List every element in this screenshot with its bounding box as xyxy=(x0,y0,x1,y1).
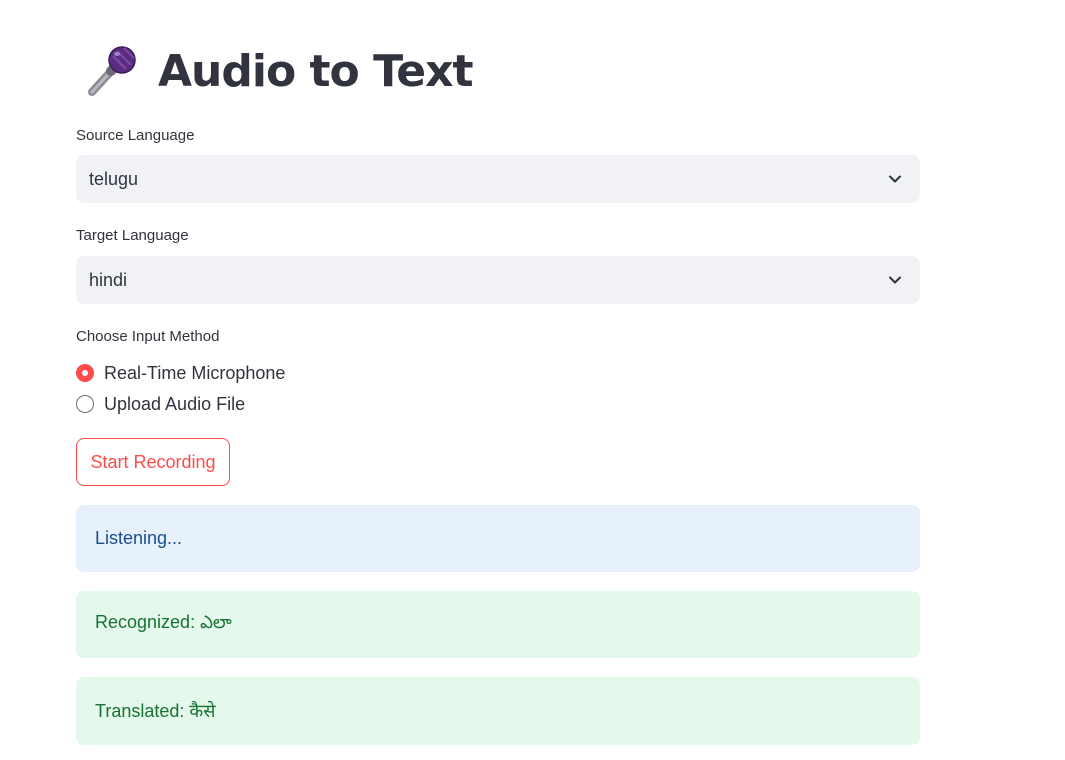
target-language-select[interactable]: hindi xyxy=(76,256,920,304)
recognized-status-alert: Recognized: ఎలా xyxy=(76,591,920,658)
radio-label-upload: Upload Audio File xyxy=(104,393,246,414)
translated-status-alert: Translated: कैसे xyxy=(76,677,920,745)
radio-selected-indicator[interactable] xyxy=(76,364,94,382)
radio-option-microphone[interactable]: Real-Time Microphone xyxy=(76,361,285,385)
radio-unselected-indicator[interactable] xyxy=(76,395,94,413)
source-language-select[interactable]: telugu xyxy=(76,155,920,203)
page-title: Audio to Text xyxy=(158,46,474,97)
listening-status-text: Listening... xyxy=(95,528,183,548)
target-language-label: Target Language xyxy=(76,227,189,244)
start-recording-button[interactable]: Start Recording xyxy=(76,438,230,486)
title-row: Audio to Text xyxy=(80,40,474,104)
input-method-label: Choose Input Method xyxy=(76,328,220,345)
app-container: Audio to Text Source Language telugu Tar… xyxy=(0,0,1065,760)
radio-label-microphone: Real-Time Microphone xyxy=(104,362,286,383)
radio-option-upload[interactable]: Upload Audio File xyxy=(76,392,245,416)
chevron-down-icon xyxy=(889,175,901,183)
translated-text: Translated: कैसे xyxy=(95,701,216,721)
recognized-text: Recognized: ఎలా xyxy=(95,612,232,632)
listening-status-alert: Listening... xyxy=(76,505,920,572)
target-language-value: hindi xyxy=(89,269,128,290)
source-language-value: telugu xyxy=(89,168,139,189)
microphone-icon xyxy=(88,46,136,96)
chevron-down-icon xyxy=(889,276,901,284)
source-language-label: Source Language xyxy=(76,127,195,144)
